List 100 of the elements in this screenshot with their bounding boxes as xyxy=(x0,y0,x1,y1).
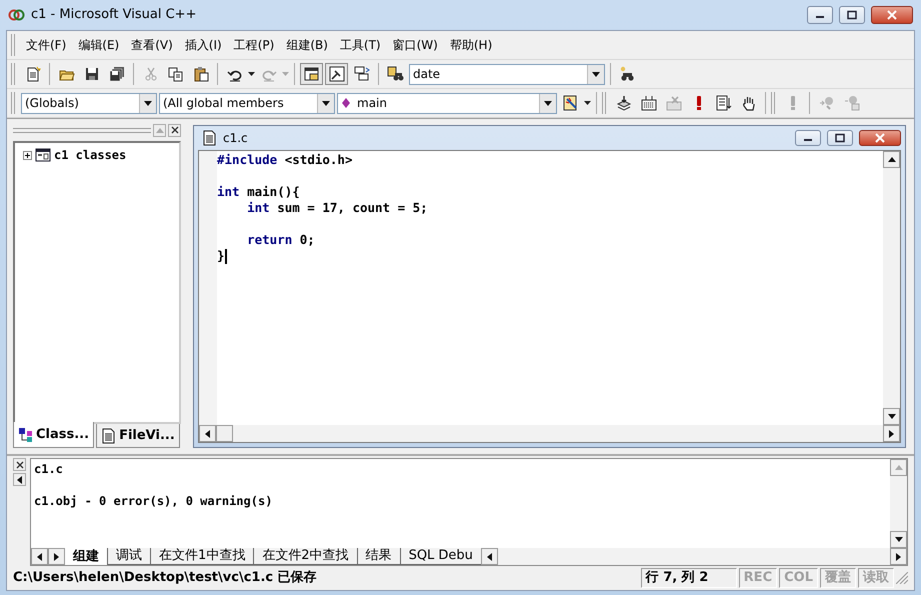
menu-item[interactable]: 帮助(H) xyxy=(444,34,498,56)
clipboard-icon xyxy=(192,66,208,82)
tab-scroll-right-button[interactable] xyxy=(48,548,65,565)
close-button[interactable] xyxy=(859,130,901,146)
class-combo[interactable]: (Globals) xyxy=(21,92,157,114)
tab-scroll-left-button[interactable] xyxy=(31,548,48,565)
output-tab[interactable]: 调试 xyxy=(107,548,150,565)
collapse-button[interactable] xyxy=(13,473,26,486)
code-line: } xyxy=(217,248,225,264)
output-tab[interactable]: 组建 xyxy=(65,548,107,565)
maximize-icon xyxy=(834,133,846,143)
workspace-window-button[interactable] xyxy=(300,63,323,85)
up-arrow-disabled-icon xyxy=(154,126,164,134)
caret-disabled-icon xyxy=(282,72,289,76)
resize-grip-icon[interactable] xyxy=(896,572,908,584)
scroll-left-button[interactable] xyxy=(480,548,498,565)
cursor-position: 行 7, 列 2 xyxy=(640,568,737,588)
function-combo[interactable]: main xyxy=(337,92,557,114)
workspace-tab[interactable]: Class... xyxy=(13,422,94,448)
code-line: int main(){ xyxy=(217,184,300,200)
status-indicator: 覆盖 xyxy=(820,568,856,588)
stop-build-icon xyxy=(666,95,682,111)
close-small-icon xyxy=(16,460,24,468)
tree-item[interactable]: c1 classes xyxy=(54,146,126,164)
down-arrow-icon xyxy=(886,413,896,420)
scroll-thumb[interactable] xyxy=(216,425,233,442)
maximize-button[interactable] xyxy=(827,130,853,146)
output-tab[interactable]: SQL Debu xyxy=(400,548,481,565)
stacked-disks-icon xyxy=(108,66,124,82)
close-icon xyxy=(874,133,886,143)
output-line: c1.c xyxy=(34,461,64,477)
down-arrow-icon xyxy=(143,100,153,106)
right-arrow-icon xyxy=(888,428,895,438)
status-indicator: COL xyxy=(779,568,818,588)
code-line: int sum = 17, count = 5; xyxy=(246,200,428,216)
code-line: return 0; xyxy=(246,232,315,248)
diamond-icon xyxy=(342,98,350,108)
hand-icon xyxy=(740,95,756,111)
output-line: c1.obj - 0 error(s), 0 warning(s) xyxy=(34,493,274,509)
maximize-icon xyxy=(846,10,858,20)
scroll-left-button[interactable] xyxy=(199,425,216,442)
close-button[interactable] xyxy=(871,6,913,24)
menu-item[interactable]: 查看(V) xyxy=(126,34,178,56)
status-indicator: REC xyxy=(738,568,778,588)
close-icon xyxy=(886,10,898,20)
class-folder-icon xyxy=(35,147,51,163)
scroll-down-button[interactable] xyxy=(883,408,900,425)
menu-item[interactable]: 工具(T) xyxy=(334,34,386,56)
left-arrow-icon xyxy=(486,552,493,562)
members-combo[interactable]: (All global members xyxy=(159,92,335,114)
document-icon xyxy=(202,130,217,146)
close-button[interactable] xyxy=(13,458,26,471)
right-arrow-icon xyxy=(895,552,902,562)
scroll-down-button[interactable] xyxy=(890,531,907,548)
close-small-icon xyxy=(170,126,178,134)
document-icon xyxy=(101,428,116,444)
status-message: C:\Users\helen\Desktop\test\vc\c1.c 已保存 xyxy=(13,569,318,588)
workspace-tab[interactable]: FileVi... xyxy=(96,424,180,448)
right-arrow-icon xyxy=(53,552,60,562)
menu-item[interactable]: 组建(B) xyxy=(281,34,333,56)
down-arrow-icon xyxy=(591,70,601,78)
menu-item[interactable]: 文件(F) xyxy=(21,34,72,56)
editor-title: c1.c xyxy=(223,130,249,147)
build-icon xyxy=(640,95,656,111)
scroll-up-button[interactable] xyxy=(883,151,900,168)
windows-list-icon xyxy=(354,66,370,82)
output-tab[interactable]: 在文件2中查找 xyxy=(253,548,357,565)
left-arrow-icon xyxy=(36,552,43,562)
app-logo-icon xyxy=(8,8,25,22)
down-arrow-icon xyxy=(321,100,331,106)
workspace-window-icon xyxy=(304,66,320,82)
caret-icon[interactable] xyxy=(584,101,591,105)
minimize-button[interactable] xyxy=(795,130,821,146)
scissors-icon xyxy=(142,66,158,82)
menu-item[interactable]: 工程(P) xyxy=(228,34,280,56)
menu-item[interactable]: 编辑(E) xyxy=(73,34,124,56)
menu-item[interactable]: 插入(I) xyxy=(180,34,227,56)
status-indicator: 读取 xyxy=(858,568,894,588)
left-arrow-icon xyxy=(204,428,211,438)
up-arrow-disabled-icon xyxy=(894,464,904,471)
scroll-right-button[interactable] xyxy=(890,548,907,565)
minimize-button[interactable] xyxy=(807,6,833,24)
close-button[interactable] xyxy=(168,124,181,136)
caret-icon[interactable] xyxy=(248,72,255,76)
find-combo[interactable]: date xyxy=(409,64,605,84)
maximize-button[interactable] xyxy=(839,6,865,24)
code-line: #include <stdio.h> xyxy=(217,152,352,168)
up-arrow-icon xyxy=(886,156,896,163)
menu-item[interactable]: 窗口(W) xyxy=(388,34,443,56)
new-file-icon xyxy=(24,66,40,82)
down-arrow-icon xyxy=(543,100,553,106)
down-arrow-icon xyxy=(894,536,904,543)
output-tab[interactable]: 结果 xyxy=(356,548,400,565)
plus-box-icon[interactable] xyxy=(23,150,32,160)
class-view-icon xyxy=(18,426,33,442)
window-title: c1 - Microsoft Visual C++ xyxy=(31,6,198,24)
copy-icon xyxy=(168,66,184,82)
scroll-right-button[interactable] xyxy=(883,425,900,442)
left-arrow-icon xyxy=(16,474,23,484)
output-tab[interactable]: 在文件1中查找 xyxy=(150,548,254,565)
